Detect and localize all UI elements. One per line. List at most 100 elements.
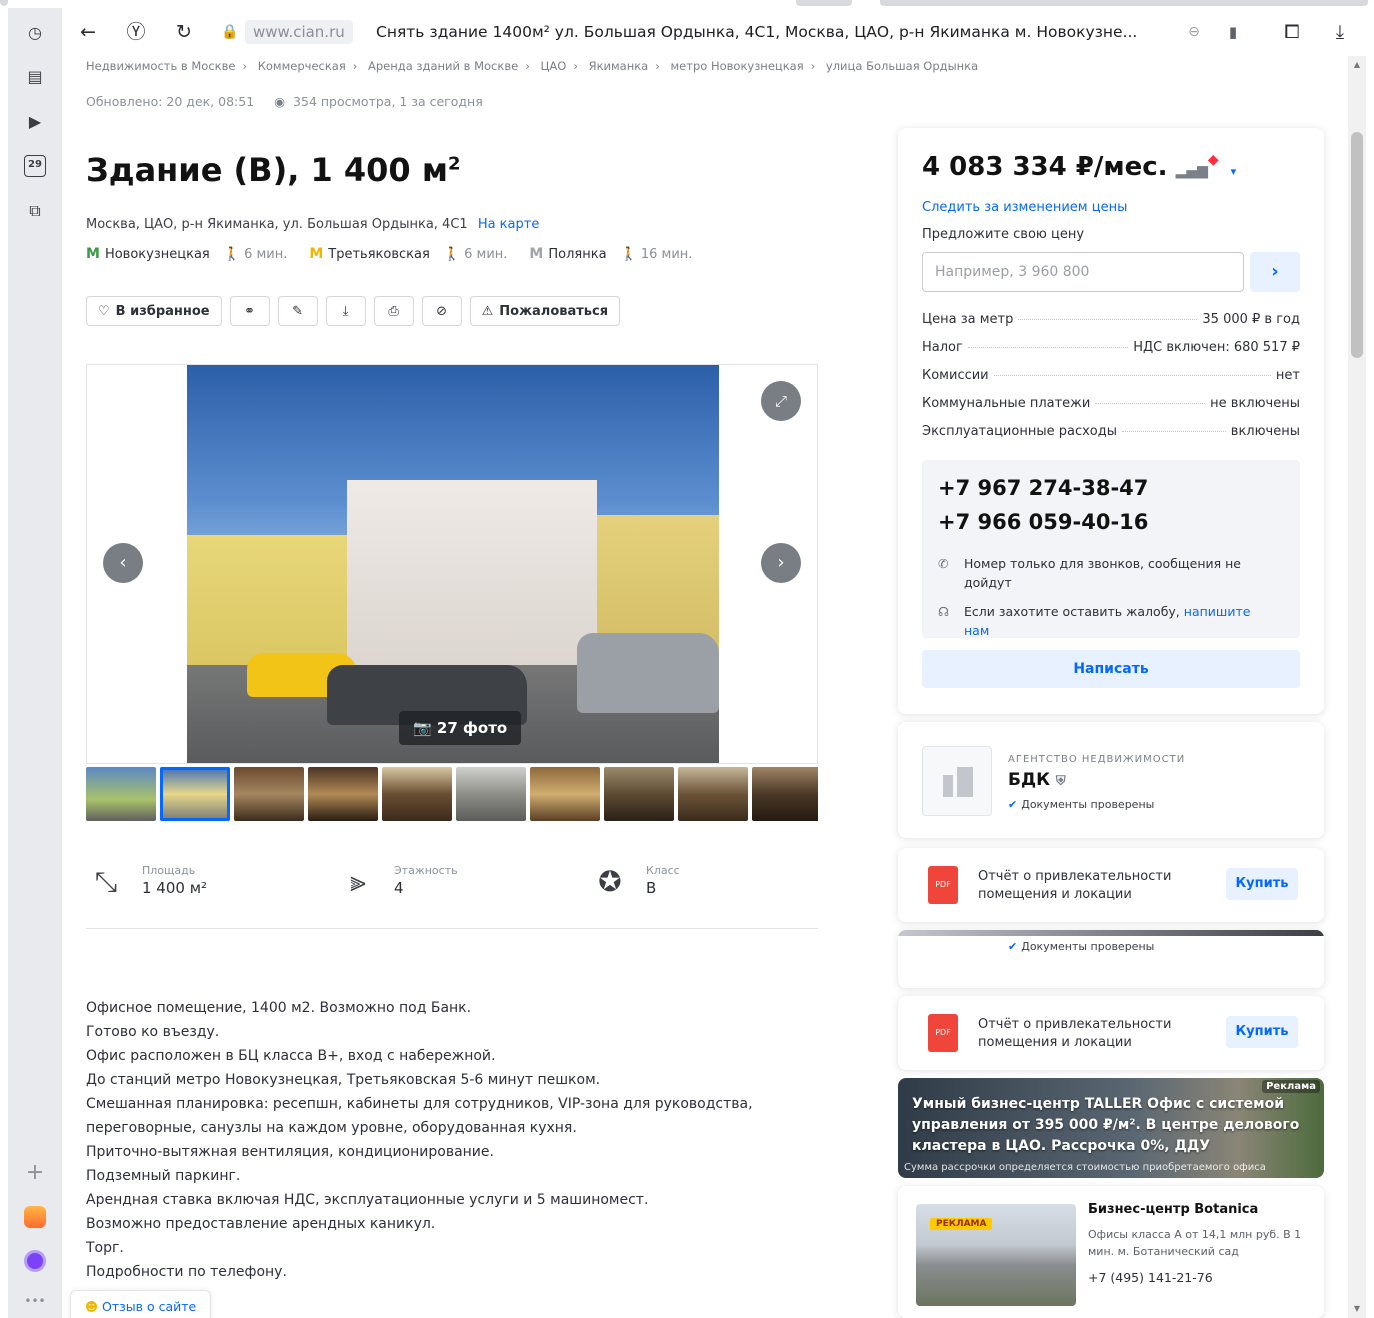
alice-icon[interactable] xyxy=(24,1250,46,1272)
main-photo[interactable]: 📷 27 фото xyxy=(187,365,719,763)
phone-number[interactable]: +7 966 059-40-16 xyxy=(938,510,1148,534)
term-value: нет xyxy=(1275,368,1300,383)
offer-submit-button[interactable]: › xyxy=(1250,252,1300,292)
pencil-icon: ✎ xyxy=(292,303,304,319)
favorite-button[interactable]: ♡ В избранное xyxy=(86,296,222,326)
lock-icon[interactable]: 🔒 xyxy=(218,20,242,44)
scrollbar-thumb[interactable] xyxy=(1351,132,1363,358)
photo-count: 27 фото xyxy=(436,719,508,737)
photo-count-badge[interactable]: 📷 27 фото xyxy=(399,711,522,745)
chevron-right-icon: › xyxy=(242,59,248,73)
breadcrumb-item[interactable]: Коммерческая xyxy=(258,59,346,73)
scroll-down-icon[interactable]: ▼ xyxy=(1348,1304,1366,1313)
address-title[interactable]: Снять здание 1400м² ул. Большая Ордынка,… xyxy=(376,20,1156,44)
metro-station[interactable]: Полянка xyxy=(548,247,606,262)
phone-note-text: Номер только для звонков, сообщения не д… xyxy=(964,556,1241,590)
chevron-down-icon[interactable]: ▾ xyxy=(1231,165,1237,178)
address-domain[interactable]: www.cian.ru xyxy=(245,20,353,44)
thumbnail[interactable] xyxy=(456,767,526,821)
yandex-icon[interactable]: Ⓨ xyxy=(124,20,148,44)
site-feedback-button[interactable]: ☻ Отзыв о сайте xyxy=(70,1290,212,1318)
thumbnail[interactable] xyxy=(604,767,674,821)
download-button[interactable]: ⤓ xyxy=(325,296,366,326)
thumbnail[interactable] xyxy=(160,767,230,821)
business-center-phone[interactable]: +7 (495) 141-21-76 xyxy=(1088,1270,1213,1285)
calendar-icon[interactable]: 29 xyxy=(24,155,46,177)
tab-edge xyxy=(880,0,1368,6)
star-icon: ✪ xyxy=(598,865,622,898)
price-chart-icon[interactable]: ▂▄▆ xyxy=(1176,163,1208,179)
breadcrumb-item[interactable]: ЦАО xyxy=(540,59,566,73)
breadcrumb-item[interactable]: Аренда зданий в Москве xyxy=(368,59,518,73)
price-value: 4 083 334 ₽/мес. xyxy=(922,152,1168,182)
business-center-name[interactable]: Бизнес-центр Botanica xyxy=(1088,1202,1258,1217)
thumbnail[interactable] xyxy=(234,767,304,821)
next-photo-button[interactable]: › xyxy=(761,543,801,583)
video-icon[interactable]: ▶ xyxy=(24,111,46,133)
back-icon[interactable]: ← xyxy=(76,20,100,44)
description-line: Возможно предоставление арендных каникул… xyxy=(86,1216,436,1232)
mail-icon[interactable] xyxy=(24,1206,46,1228)
fullscreen-button[interactable]: ⤢ xyxy=(761,381,801,421)
breadcrumb-item[interactable]: улица Большая Ордынка xyxy=(826,59,978,73)
print-button[interactable]: ⎙ xyxy=(373,296,414,326)
scroll-up-icon[interactable]: ▲ xyxy=(1348,60,1366,69)
more-icon[interactable]: ••• xyxy=(24,1290,46,1312)
page-scrollbar[interactable]: ▲ ▼ xyxy=(1348,56,1366,1318)
thumbnail[interactable] xyxy=(678,767,748,821)
collections-icon[interactable]: ▤ xyxy=(24,66,46,88)
hide-button[interactable]: ⊘ xyxy=(421,296,462,326)
fact-label: Класс xyxy=(646,864,680,877)
description-line: Офис расположен в БЦ класса B+, вход с н… xyxy=(86,1048,496,1064)
map-link[interactable]: На карте xyxy=(478,217,540,232)
note-button[interactable]: ✎ xyxy=(277,296,318,326)
extensions-icon[interactable]: ⧠ xyxy=(1280,20,1304,44)
metro-station[interactable]: Третьяковская xyxy=(328,247,430,262)
reader-icon[interactable]: ⊖ xyxy=(1182,20,1206,44)
screenshot-icon[interactable]: ⧉ xyxy=(24,200,46,222)
history-icon[interactable]: ◷ xyxy=(24,22,46,44)
breadcrumb-item[interactable]: метро Новокузнецкая xyxy=(671,59,804,73)
offer-price-input[interactable] xyxy=(922,252,1244,292)
page-content: Недвижимость в Москве › Коммерческая › Аре… xyxy=(62,56,1348,1318)
smile-icon: ☻ xyxy=(85,1299,103,1314)
term-label: Цена за метр xyxy=(922,312,1014,327)
thumbnail[interactable] xyxy=(530,767,600,821)
write-button[interactable]: Написать xyxy=(922,650,1300,688)
track-price-link[interactable]: Следить за изменением цены xyxy=(922,200,1127,215)
thumbnail[interactable] xyxy=(382,767,452,821)
term-label: Комиссии xyxy=(922,368,989,383)
term-label: Коммунальные платежи xyxy=(922,396,1091,411)
download-icon[interactable]: ⤓ xyxy=(1328,20,1352,44)
add-panel-icon[interactable]: + xyxy=(24,1162,46,1184)
description-line: Приточно-вытяжная вентиляция, кондициони… xyxy=(86,1144,494,1160)
check-badge-icon: ✔ xyxy=(1008,798,1018,811)
ad-banner[interactable]: Реклама Умный бизнес-центр TALLER Офис с… xyxy=(898,1078,1324,1178)
prev-photo-button[interactable]: ‹ xyxy=(103,543,143,583)
agency-name[interactable]: БДК ⛨ xyxy=(1008,770,1066,790)
breadcrumb-item[interactable]: Недвижимость в Москве xyxy=(86,59,235,73)
business-center-ad[interactable]: РЕКЛАМА Бизнес-центр Botanica Офисы клас… xyxy=(898,1186,1324,1318)
buy-report-button[interactable]: Купить xyxy=(1226,868,1298,900)
phone-number[interactable]: +7 967 274-38-47 xyxy=(938,476,1148,500)
ad-disclaimer: Сумма рассрочки определяется стоимостью … xyxy=(904,1162,1266,1173)
reload-icon[interactable]: ↻ xyxy=(172,20,196,44)
headset-icon: ☊ xyxy=(938,604,950,619)
views-count[interactable]: 354 просмотра, 1 за сегодня xyxy=(293,94,483,109)
hide-icon: ⊘ xyxy=(436,303,448,319)
breadcrumb-item[interactable]: Якиманка xyxy=(589,59,649,73)
pdf-icon: PDF xyxy=(928,1014,958,1052)
thumbnail[interactable] xyxy=(86,767,156,821)
thumbnail[interactable] xyxy=(752,767,818,821)
thumbnail[interactable] xyxy=(308,767,378,821)
term-label: Налог xyxy=(922,340,963,355)
description-line: Торг. xyxy=(86,1240,124,1256)
bookmark-icon[interactable]: ▮ xyxy=(1221,20,1245,44)
metro-station[interactable]: Новокузнецкая xyxy=(105,247,210,262)
complain-button[interactable]: ⚠ Пожаловаться xyxy=(469,296,621,326)
fact-class: ✪ Класс B xyxy=(590,862,680,902)
buy-report-button[interactable]: Купить xyxy=(1226,1016,1298,1048)
download-icon: ⤓ xyxy=(342,303,349,319)
share-button[interactable]: ⚭ xyxy=(229,296,270,326)
agency-card[interactable]: АГЕНТСТВО НЕДВИЖИМОСТИ БДК ⛨ ✔ Документы … xyxy=(898,722,1324,838)
